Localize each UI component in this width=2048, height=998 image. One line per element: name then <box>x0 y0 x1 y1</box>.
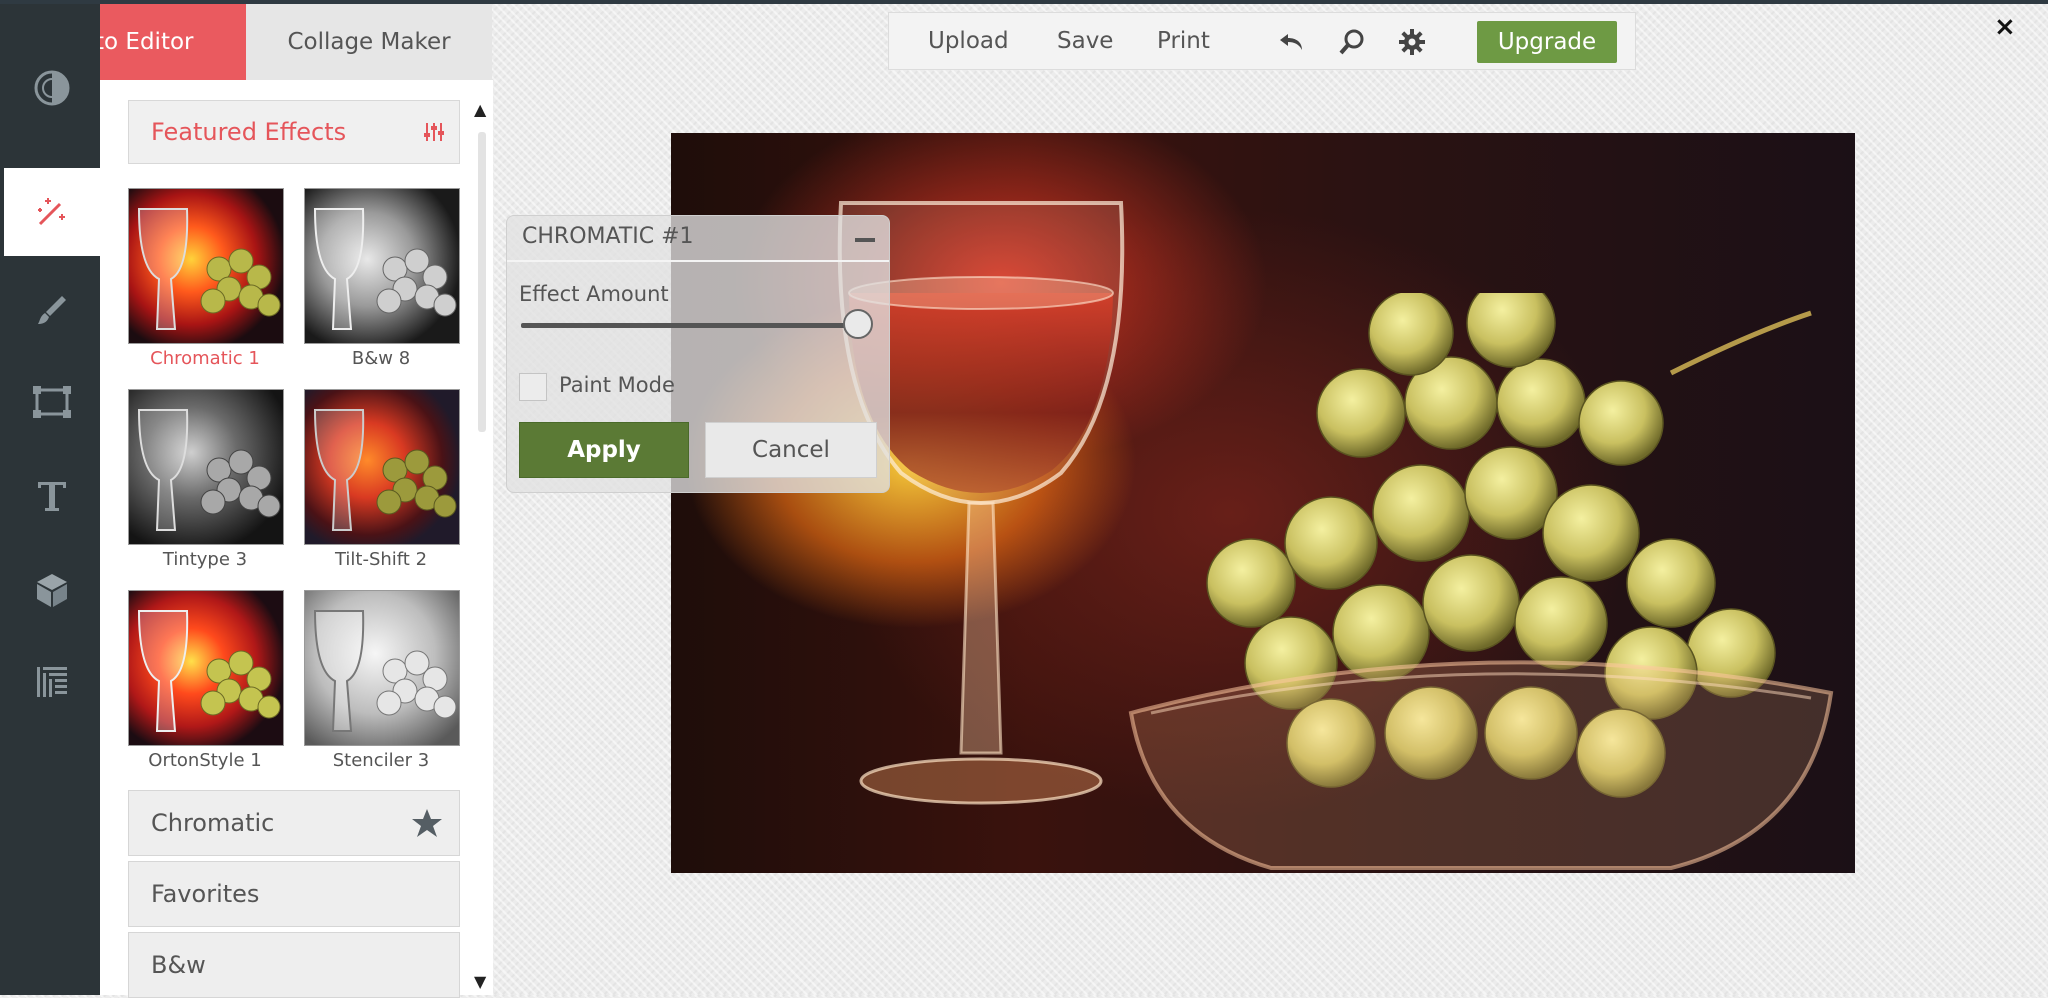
dialog-divider <box>507 260 889 262</box>
category-label: Favorites <box>151 880 260 908</box>
undo-icon <box>1280 34 1302 50</box>
undo-button[interactable] <box>1277 27 1307 57</box>
rail-item-frames[interactable] <box>4 358 100 446</box>
category-bw[interactable]: B&w <box>128 932 460 998</box>
effects-panel: Featured Effects Chromatic 1 B&w 8 Tinty… <box>100 80 493 998</box>
cancel-button[interactable]: Cancel <box>705 422 877 478</box>
dialog-title: CHROMATIC #1 <box>522 224 694 249</box>
grapes-bowl-graphic <box>1128 293 1834 870</box>
text-icon <box>38 482 66 511</box>
rail-item-overlays[interactable] <box>4 546 100 634</box>
brush-icon <box>38 296 66 324</box>
thumbnail-image <box>305 189 459 343</box>
panel-scrollbar[interactable]: ▲ ▼ <box>470 80 493 995</box>
thumbnail-image <box>129 390 283 544</box>
effect-label: Chromatic 1 <box>150 348 260 369</box>
paint-mode-checkbox[interactable] <box>519 373 547 401</box>
apply-button[interactable]: Apply <box>519 422 689 478</box>
settings-button[interactable] <box>1397 27 1427 57</box>
effect-thumbnail-stenciler-3[interactable] <box>304 590 460 746</box>
category-chromatic[interactable]: Chromatic <box>128 790 460 856</box>
effect-amount-slider-handle[interactable] <box>843 309 873 339</box>
thumbnail-image <box>129 591 283 745</box>
save-button[interactable]: Save <box>1057 13 1113 69</box>
effect-amount-label: Effect Amount <box>519 282 669 306</box>
effect-settings-dialog: CHROMATIC #1 Effect Amount Paint Mode Ap… <box>506 215 890 493</box>
effect-thumbnail-bw-8[interactable] <box>304 188 460 344</box>
effect-thumbnail-tilt-shift-2[interactable] <box>304 389 460 545</box>
contrast-icon <box>34 70 70 106</box>
tool-rail <box>0 4 100 995</box>
effect-label: Tintype 3 <box>162 549 248 570</box>
featured-effects-header[interactable]: Featured Effects <box>128 100 460 164</box>
effect-thumbnail-tintype-3[interactable] <box>128 389 284 545</box>
rail-item-textures[interactable] <box>4 638 100 726</box>
upgrade-button[interactable]: Upgrade <box>1477 21 1617 63</box>
effect-label: B&w 8 <box>351 348 411 369</box>
thumbnail-image <box>305 390 459 544</box>
close-button[interactable]: × <box>1994 12 2016 42</box>
scroll-down-arrow[interactable]: ▼ <box>474 972 486 991</box>
thumbnail-image <box>305 591 459 745</box>
scroll-thumb[interactable] <box>478 132 486 432</box>
effect-amount-slider-track[interactable] <box>521 323 865 328</box>
featured-effects-title: Featured Effects <box>151 118 347 146</box>
category-label: Chromatic <box>151 809 275 837</box>
thumbnail-image <box>129 189 283 343</box>
print-button[interactable]: Print <box>1157 13 1210 69</box>
search-icon <box>1339 29 1364 55</box>
texture-icon <box>37 667 67 697</box>
effect-thumbnail-chromatic-1[interactable] <box>128 188 284 344</box>
tab-collage-maker[interactable]: Collage Maker <box>246 4 492 80</box>
category-label: B&w <box>151 951 206 979</box>
scroll-up-arrow[interactable]: ▲ <box>474 100 486 119</box>
star-icon[interactable] <box>411 807 443 839</box>
rail-item-adjust[interactable] <box>4 44 100 132</box>
cube-icon <box>37 574 67 607</box>
filter-settings-icon[interactable] <box>423 121 445 143</box>
effect-thumbnail-ortonstyle-1[interactable] <box>128 590 284 746</box>
effect-label: Tilt-Shift 2 <box>334 549 428 570</box>
zoom-button[interactable] <box>1337 27 1367 57</box>
minimize-icon[interactable] <box>855 238 875 242</box>
gear-icon <box>1399 29 1425 55</box>
effect-label: OrtonStyle 1 <box>148 750 262 771</box>
upload-button[interactable]: Upload <box>928 13 1009 69</box>
rail-item-effects[interactable] <box>4 168 100 256</box>
category-favorites[interactable]: Favorites <box>128 861 460 927</box>
effect-label: Stenciler 3 <box>332 750 430 771</box>
top-toolbar: Upload Save Print Upgrade <box>888 12 1636 70</box>
paint-mode-label[interactable]: Paint Mode <box>559 373 675 397</box>
frame-icon <box>33 386 71 418</box>
rail-item-paint[interactable] <box>4 266 100 354</box>
magic-wand-icon <box>38 198 65 226</box>
rail-item-text[interactable] <box>4 452 100 540</box>
